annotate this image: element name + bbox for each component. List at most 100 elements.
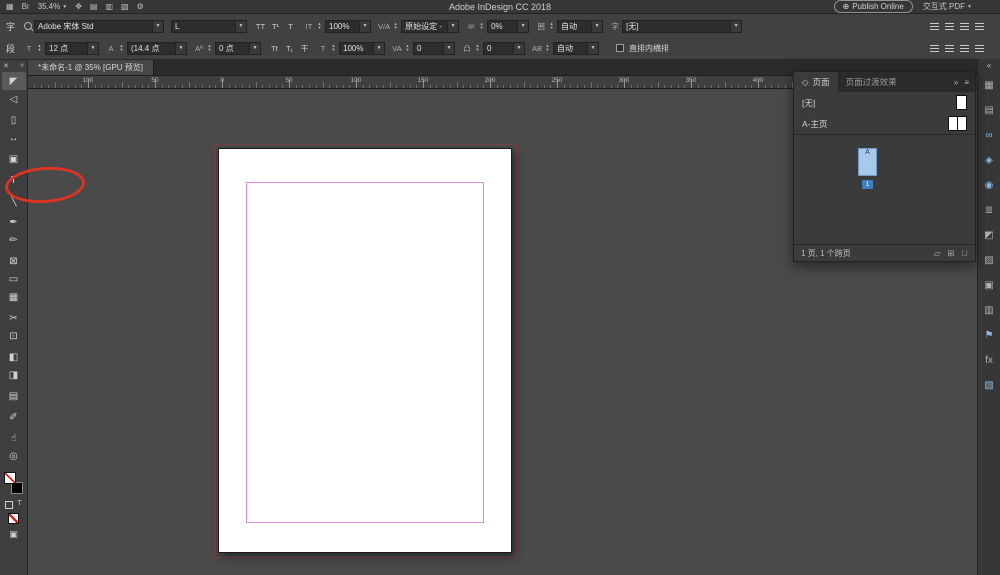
tracking-field-dropdown-icon[interactable]: ▼ <box>443 43 454 54</box>
proportional-spacing-field[interactable]: 氺▲▼0%▼ <box>466 20 529 33</box>
aki-field-dropdown-icon[interactable]: ▼ <box>587 43 598 54</box>
page-thumbnail[interactable]: A <box>858 148 877 176</box>
expand-panels-icon[interactable]: « <box>987 61 991 70</box>
vertical-scale-field-stepper[interactable]: ▲▼ <box>316 22 323 30</box>
eyedropper-tool[interactable]: ✐ <box>2 408 26 426</box>
horizontal-scale-field[interactable]: T▲▼100%▼ <box>318 42 385 55</box>
color-panel-icon[interactable]: ◩ <box>981 228 997 244</box>
horizontal-scale-field-stepper[interactable]: ▲▼ <box>330 44 337 52</box>
edit-page-size-button[interactable]: ▱ <box>934 248 941 259</box>
character-style-combo[interactable]: 字[无]▼ <box>610 20 742 33</box>
font-size-field[interactable]: T▲▼12 点▼ <box>24 42 99 55</box>
publish-online-button[interactable]: ⊕ Publish Online <box>834 0 913 13</box>
grid-count-field[interactable]: 囲▲▼自动▼ <box>536 20 603 33</box>
subscript-button[interactable]: T₁ <box>283 42 296 55</box>
font-family-combo-value[interactable]: Adobe 宋体 Std▼ <box>34 20 164 33</box>
stroke-panel-icon[interactable]: ≣ <box>981 203 997 219</box>
color-themes-panel-icon[interactable]: ◉ <box>981 178 997 194</box>
hand-pan-icon[interactable]: ✥ <box>75 3 82 11</box>
document-page[interactable] <box>218 148 512 553</box>
paragraph-formatting-button[interactable]: 段 <box>4 42 17 55</box>
tracking-field-stepper[interactable]: ▲▼ <box>404 44 411 52</box>
swatches-panel-icon[interactable]: ▨ <box>981 253 997 269</box>
scissors-tool[interactable]: ✂ <box>2 309 26 327</box>
character-style-combo-dropdown-icon[interactable]: ▼ <box>730 21 741 32</box>
page-tool[interactable]: ▯ <box>2 111 26 129</box>
close-icon[interactable]: ✕ <box>3 62 9 70</box>
screen-mode-icon[interactable]: ▥ <box>105 3 113 11</box>
links-panel-icon[interactable]: ∞ <box>981 128 997 144</box>
page-number-badge[interactable]: 1 <box>862 180 873 189</box>
superscript-button[interactable]: T¹ <box>269 20 282 33</box>
kerning-field[interactable]: V/A▲▼原始设定 -▼ <box>378 20 459 33</box>
gradient-swatch-tool[interactable]: ◧ <box>2 348 26 366</box>
pages-panel-icon[interactable]: ▦ <box>981 78 997 94</box>
vertical-scale-field[interactable]: IT▲▼100%▼ <box>304 20 371 33</box>
new-page-button[interactable]: ⊞ <box>947 248 954 259</box>
font-family-combo-dropdown-icon[interactable]: ▼ <box>152 21 163 32</box>
font-style-combo-value[interactable]: L▼ <box>171 20 247 33</box>
font-size-field-dropdown-icon[interactable]: ▼ <box>87 43 98 54</box>
zoom-tool[interactable]: ◎ <box>2 447 26 465</box>
align-middle-button[interactable] <box>943 42 956 55</box>
proportional-spacing-field-dropdown-icon[interactable]: ▼ <box>517 21 528 32</box>
horizontal-scale-field-dropdown-icon[interactable]: ▼ <box>373 43 384 54</box>
baseline-shift-field-value[interactable]: 0 点▼ <box>215 42 261 55</box>
screen-mode-button[interactable]: ▣ <box>0 529 27 540</box>
workspace-switcher-icon[interactable]: ⚙ <box>137 3 144 11</box>
align-left-button[interactable] <box>928 20 941 33</box>
align-right-button[interactable] <box>958 20 971 33</box>
apply-none-button[interactable] <box>8 513 19 524</box>
layers-panel-icon[interactable]: ◈ <box>981 153 997 169</box>
baseline-shift-field[interactable]: Aª▲▼0 点▼ <box>194 42 261 55</box>
line-tool[interactable]: ╲ <box>2 192 26 210</box>
grid-count-field-stepper[interactable]: ▲▼ <box>548 22 555 30</box>
horizontal-scale-field-value[interactable]: 100%▼ <box>339 42 385 55</box>
small-caps-button[interactable]: Tt <box>268 42 281 55</box>
content-collector-tool[interactable]: ▣ <box>2 150 26 168</box>
arrange-documents-icon[interactable]: ▧ <box>121 3 129 11</box>
hand-tool[interactable]: ☝ <box>2 429 26 447</box>
tsume-field[interactable]: 凸▲▼0▼ <box>462 42 525 55</box>
rectangle-frame-tool[interactable]: ⊠ <box>2 252 26 270</box>
note-tool[interactable]: ▤ <box>2 387 26 405</box>
info-panel-icon[interactable]: ▧ <box>981 378 997 394</box>
strikethrough-button[interactable]: 干 <box>298 42 311 55</box>
collapse-panel-icon[interactable]: » <box>954 78 958 87</box>
font-size-field-stepper[interactable]: ▲▼ <box>36 44 43 52</box>
kerning-field-dropdown-icon[interactable]: ▼ <box>447 21 458 32</box>
grid-count-field-dropdown-icon[interactable]: ▼ <box>591 21 602 32</box>
character-style-combo-value[interactable]: [无]▼ <box>622 20 742 33</box>
underline-button[interactable]: T <box>284 20 297 33</box>
all-caps-button[interactable]: TT <box>254 20 267 33</box>
aki-field[interactable]: AB▲▼自动▼ <box>532 42 599 55</box>
formatting-affects-container-button[interactable] <box>5 501 13 509</box>
tsume-field-dropdown-icon[interactable]: ▼ <box>513 43 524 54</box>
master-none-row[interactable]: [无] <box>794 92 975 113</box>
object-styles-panel-icon[interactable]: ▣ <box>981 278 997 294</box>
rectangle-tool[interactable]: ▭ <box>2 270 26 288</box>
align-grid-button[interactable] <box>973 42 986 55</box>
formatting-affects-text-button[interactable]: T <box>17 500 21 509</box>
document-tab[interactable]: *未命名-1 @ 35% [GPU 预览] <box>28 59 154 75</box>
proportional-spacing-field-stepper[interactable]: ▲▼ <box>478 22 485 30</box>
kerning-field-stepper[interactable]: ▲▼ <box>392 22 399 30</box>
tsume-field-stepper[interactable]: ▲▼ <box>474 44 481 52</box>
leading-field[interactable]: A▲▼(14.4 点▼ <box>106 42 187 55</box>
align-center-button[interactable] <box>943 20 956 33</box>
kerning-field-value[interactable]: 原始设定 -▼ <box>401 20 459 33</box>
vertical-scale-field-value[interactable]: 100%▼ <box>325 20 371 33</box>
align-justify-button[interactable] <box>973 20 986 33</box>
type-tool[interactable]: T <box>2 171 26 189</box>
baseline-shift-field-stepper[interactable]: ▲▼ <box>206 44 213 52</box>
tracking-field-value[interactable]: 0▼ <box>413 42 455 55</box>
bridge-icon[interactable]: Br <box>22 3 30 11</box>
free-transform-tool[interactable]: ⊡ <box>2 327 26 345</box>
selection-tool[interactable]: ◤ <box>2 72 26 90</box>
align-top-button[interactable] <box>928 42 941 55</box>
leading-field-dropdown-icon[interactable]: ▼ <box>175 43 186 54</box>
direct-selection-tool[interactable]: ◁ <box>2 90 26 108</box>
character-formatting-button[interactable]: 字 <box>4 20 17 33</box>
bookmarks-panel-icon[interactable]: ⚑ <box>981 328 997 344</box>
fill-swatch[interactable] <box>4 472 16 484</box>
